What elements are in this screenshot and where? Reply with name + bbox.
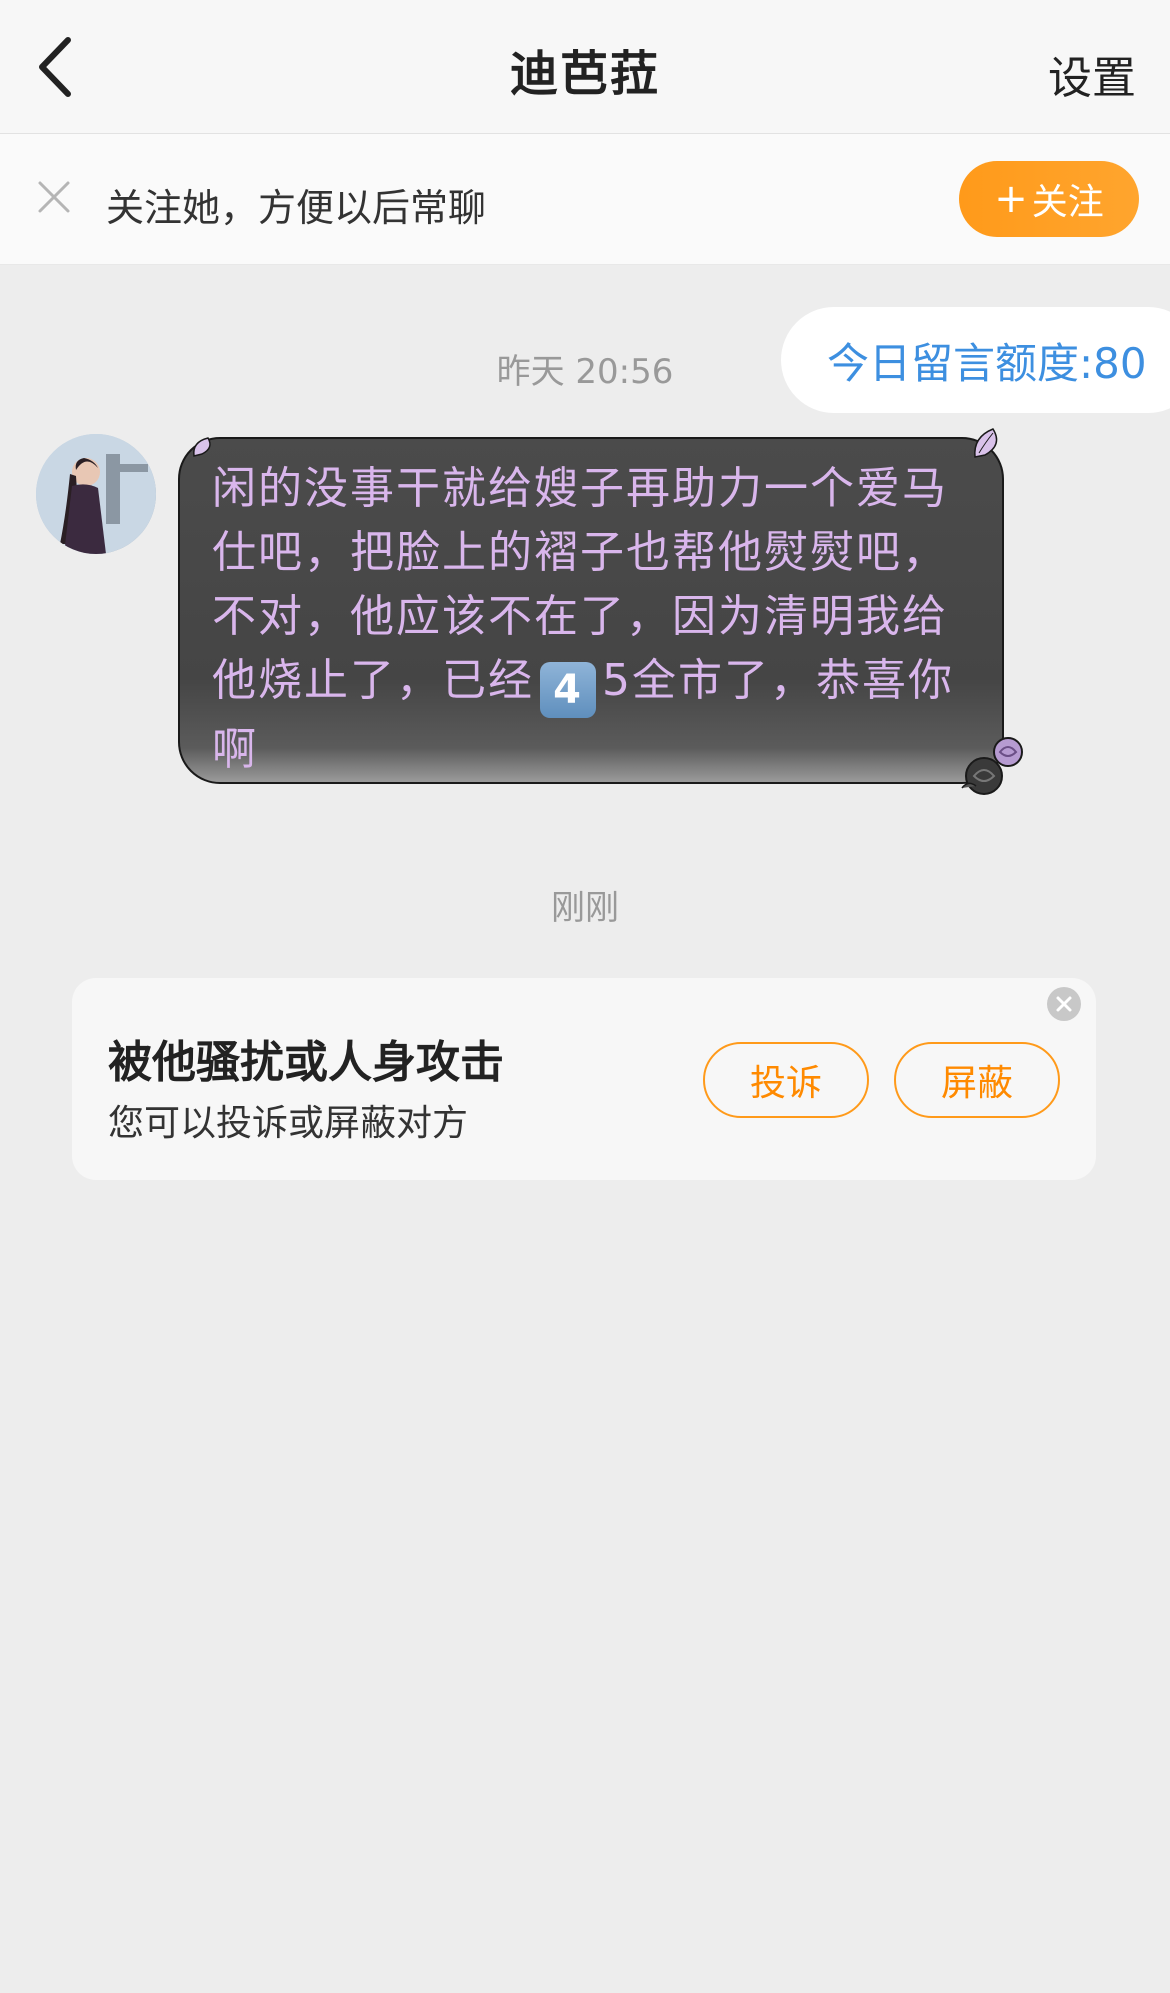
nav-header: 迪芭菈 设置 — [0, 0, 1170, 134]
avatar[interactable] — [36, 434, 156, 554]
petal-decoration-icon — [969, 425, 1005, 461]
message-timestamp: 刚刚 — [551, 888, 619, 928]
close-card-icon[interactable] — [1047, 987, 1081, 1021]
follow-button[interactable]: + 关注 — [959, 161, 1139, 237]
card-title: 被他骚扰或人身攻击 — [108, 1037, 504, 1088]
follow-prompt-text: 关注她，方便以后常聊 — [106, 186, 487, 230]
chat-partner-name: 迪芭菈 — [509, 46, 660, 102]
back-arrow-icon[interactable] — [28, 30, 88, 104]
settings-button[interactable]: 设置 — [1048, 42, 1136, 106]
petal-decoration-icon — [190, 434, 216, 460]
card-subtitle: 您可以投诉或屏蔽对方 — [108, 1103, 469, 1144]
incoming-message-bubble[interactable]: 闲的没事干就给嫂子再助力一个爱马仕吧，把脸上的褶子也帮他熨熨吧，不对，他应该不在… — [178, 437, 1004, 784]
keycap-digit-four-emoji: 4 — [540, 662, 596, 718]
follow-suggestion-bar: 关注她，方便以后常聊 + 关注 — [0, 134, 1170, 265]
rose-decoration-icon — [956, 728, 1032, 800]
block-button[interactable]: 屏蔽 — [894, 1042, 1060, 1118]
close-icon[interactable] — [36, 179, 72, 215]
plus-icon: + — [994, 176, 1028, 222]
follow-button-label: 关注 — [1031, 182, 1104, 223]
message-timestamp: 昨天 20:56 — [496, 352, 674, 392]
harassment-report-card: 被他骚扰或人身攻击 您可以投诉或屏蔽对方 投诉 屏蔽 — [72, 978, 1096, 1180]
message-text: 闲的没事干就给嫂子再助力一个爱马仕吧，把脸上的褶子也帮他熨熨吧，不对，他应该不在… — [212, 457, 964, 782]
report-button[interactable]: 投诉 — [703, 1042, 869, 1118]
